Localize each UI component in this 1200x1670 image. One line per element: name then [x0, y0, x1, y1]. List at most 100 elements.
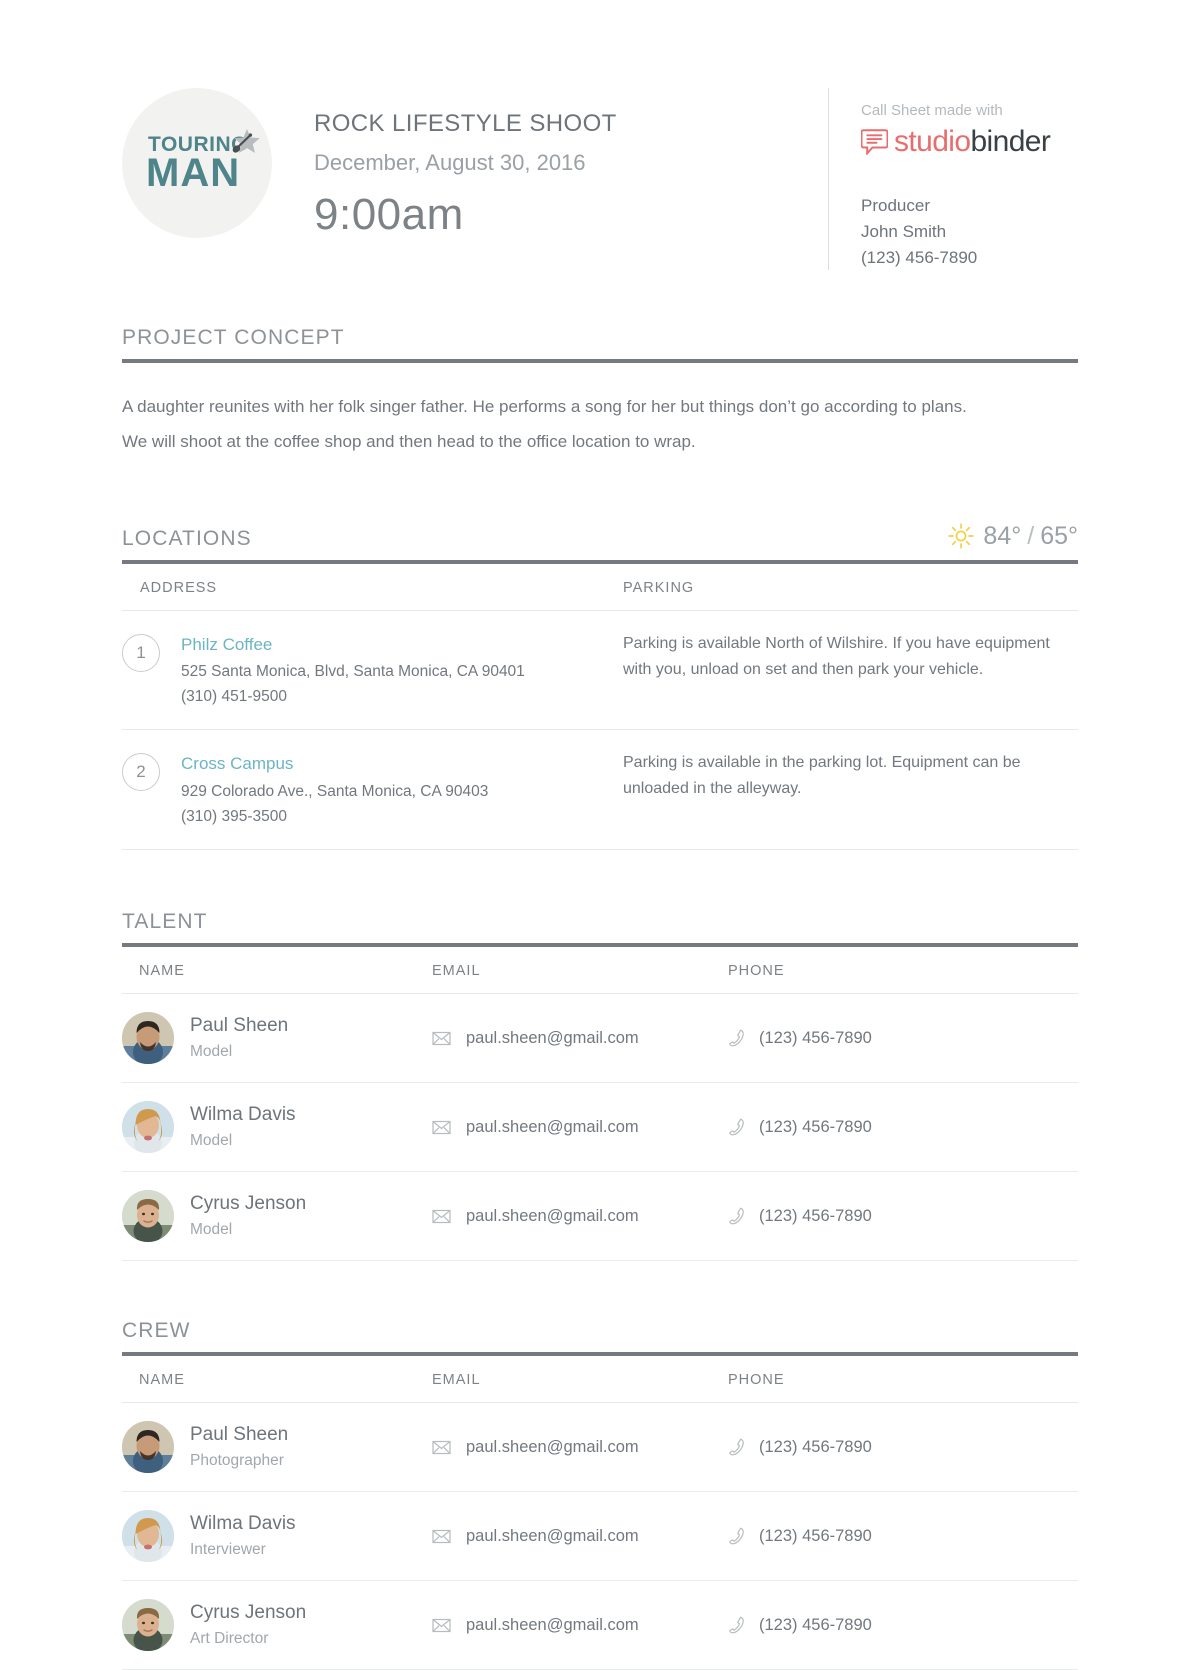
envelope-icon: [432, 1616, 451, 1635]
person-email-cell: paul.sheen@gmail.com: [432, 1082, 728, 1173]
person-email[interactable]: paul.sheen@gmail.com: [466, 1616, 639, 1635]
person-role: Model: [190, 1221, 233, 1239]
envelope-icon: [432, 1618, 451, 1632]
call-sheet-page: TOURING MAN ROCK LIFESTYLE SHOOT Decembe…: [0, 0, 1200, 1670]
location-number-badge: 1: [122, 633, 160, 672]
person-phone[interactable]: (123) 456-7890: [759, 1616, 872, 1635]
person-name: Paul Sheen: [190, 1015, 289, 1037]
sun-icon: [948, 523, 975, 549]
location-address-cell: 1 Philz Coffee 525 Santa Monica, Blvd, S…: [122, 610, 623, 731]
person-email[interactable]: paul.sheen@gmail.com: [466, 1527, 639, 1546]
location-address-cell: 2 Cross Campus 929 Colorado Ave., Santa …: [122, 729, 623, 851]
crew-section: CREW NAME EMAIL PHONE Paul Sheen Photogr…: [122, 1319, 1078, 1670]
person-email[interactable]: paul.sheen@gmail.com: [466, 1118, 639, 1137]
person-name: Paul Sheen: [190, 1424, 289, 1446]
table-row: 1 Philz Coffee 525 Santa Monica, Blvd, S…: [122, 610, 1078, 731]
table-header-row: ADDRESS PARKING: [122, 563, 1078, 611]
person-email-cell: paul.sheen@gmail.com: [432, 1402, 728, 1493]
producer-role: Producer: [861, 196, 930, 215]
location-parking-notes: Parking is available in the parking lot.…: [623, 754, 1021, 798]
person-name-cell: Wilma Davis Interviewer: [122, 1491, 432, 1582]
phone-handset-icon: [728, 1207, 745, 1225]
brand-binder: binder: [970, 125, 1051, 158]
person-role: Photographer: [190, 1452, 284, 1470]
location-parking-cell: Parking is available North of Wilshire. …: [623, 610, 1078, 731]
weather-high: 84°: [983, 521, 1022, 550]
phone-handset-icon: [728, 1118, 745, 1136]
location-name[interactable]: Cross Campus: [181, 750, 488, 778]
envelope-icon: [432, 1438, 451, 1457]
section-title-talent: TALENT: [122, 910, 208, 934]
person-phone[interactable]: (123) 456-7890: [759, 1029, 872, 1048]
table-row: Wilma Davis Model paul.sheen@gmail.com (…: [122, 1082, 1078, 1173]
person-name-cell: Paul Sheen Photographer: [122, 1402, 432, 1493]
location-name[interactable]: Philz Coffee: [181, 631, 525, 659]
column-header-name: NAME: [122, 947, 432, 995]
person-phone-cell: (123) 456-7890: [728, 1580, 1078, 1670]
producer-phone: (123) 456-7890: [861, 247, 978, 267]
weather-forecast: 84° / 65°: [948, 522, 1078, 551]
column-header-address: ADDRESS: [122, 563, 623, 611]
person-email[interactable]: paul.sheen@gmail.com: [466, 1029, 639, 1048]
person-phone[interactable]: (123) 456-7890: [759, 1207, 872, 1226]
concept-line: A daughter reunites with her folk singer…: [122, 397, 967, 416]
person-phone[interactable]: (123) 456-7890: [759, 1438, 872, 1457]
person-phone[interactable]: (123) 456-7890: [759, 1118, 872, 1137]
concept-line: We will shoot at the coffee shop and the…: [122, 431, 696, 451]
page-header: TOURING MAN ROCK LIFESTYLE SHOOT Decembe…: [122, 88, 1078, 271]
person-email-cell: paul.sheen@gmail.com: [432, 1580, 728, 1670]
producer-contact: Producer John Smith (123) 456-7890: [861, 193, 1078, 270]
project-concept-section: PROJECT CONCEPT A daughter reunites with…: [122, 326, 1078, 460]
phone-handset-icon: [728, 1527, 745, 1545]
envelope-icon: [432, 1440, 451, 1454]
table-row: Cyrus Jenson Model paul.sheen@gmail.com …: [122, 1171, 1078, 1262]
section-title-locations: LOCATIONS: [122, 526, 252, 550]
phone-handset-icon: [729, 1616, 744, 1634]
phone-handset-icon: [728, 1438, 745, 1456]
talent-section: TALENT NAME EMAIL PHONE Paul Sheen Model: [122, 910, 1078, 1262]
avatar-wilma-davis: [122, 1101, 174, 1154]
person-email-cell: paul.sheen@gmail.com: [432, 1491, 728, 1582]
location-street: 525 Santa Monica, Blvd, Santa Monica, CA…: [181, 663, 525, 681]
weather-separator: /: [1027, 521, 1035, 550]
producer-name: John Smith: [861, 221, 947, 241]
person-email[interactable]: paul.sheen@gmail.com: [466, 1438, 639, 1457]
column-header-email: EMAIL: [432, 1356, 728, 1404]
person-name: Cyrus Jenson: [190, 1602, 307, 1624]
table-header-row: NAME EMAIL PHONE: [122, 947, 1078, 995]
person-email-cell: paul.sheen@gmail.com: [432, 993, 728, 1084]
page-title: ROCK LIFESTYLE SHOOT: [314, 110, 617, 137]
production-logo: TOURING MAN: [122, 88, 272, 238]
phone-handset-icon: [729, 1118, 744, 1136]
person-role: Model: [190, 1043, 233, 1061]
logo-line-2: MAN: [146, 150, 241, 195]
envelope-icon: [432, 1029, 451, 1048]
location-number-badge: 2: [122, 753, 160, 792]
phone-handset-icon: [728, 1029, 745, 1047]
speech-bubble-icon: [861, 129, 888, 155]
brand-studio: studio: [894, 125, 971, 158]
location-street: 929 Colorado Ave., Santa Monica, CA 9040…: [181, 782, 489, 800]
person-name-cell: Wilma Davis Model: [122, 1082, 432, 1173]
envelope-icon: [432, 1527, 451, 1546]
person-name-cell: Paul Sheen Model: [122, 993, 432, 1084]
locations-section: LOCATIONS 84° / 65° ADDRESS PARKING 1 Ph…: [122, 522, 1078, 851]
person-phone-cell: (123) 456-7890: [728, 1491, 1078, 1582]
person-phone[interactable]: (123) 456-7890: [759, 1527, 872, 1546]
shoot-info: ROCK LIFESTYLE SHOOT December, August 30…: [314, 88, 818, 240]
section-title-crew: CREW: [122, 1319, 191, 1343]
call-time: 9:00am: [314, 190, 464, 239]
phone-handset-icon: [729, 1527, 744, 1545]
phone-handset-icon: [729, 1029, 744, 1047]
avatar-wilma-davis: [122, 1510, 174, 1563]
section-divider: [122, 359, 1078, 363]
talent-table: NAME EMAIL PHONE Paul Sheen Model paul.s…: [122, 947, 1078, 1262]
envelope-icon: [432, 1207, 451, 1226]
guitar-star-icon: [232, 128, 260, 153]
phone-handset-icon: [729, 1438, 744, 1456]
person-role: Interviewer: [190, 1541, 266, 1559]
person-role: Art Director: [190, 1630, 269, 1648]
person-email[interactable]: paul.sheen@gmail.com: [466, 1207, 639, 1226]
person-name-cell: Cyrus Jenson Model: [122, 1171, 432, 1262]
envelope-icon: [432, 1209, 451, 1223]
